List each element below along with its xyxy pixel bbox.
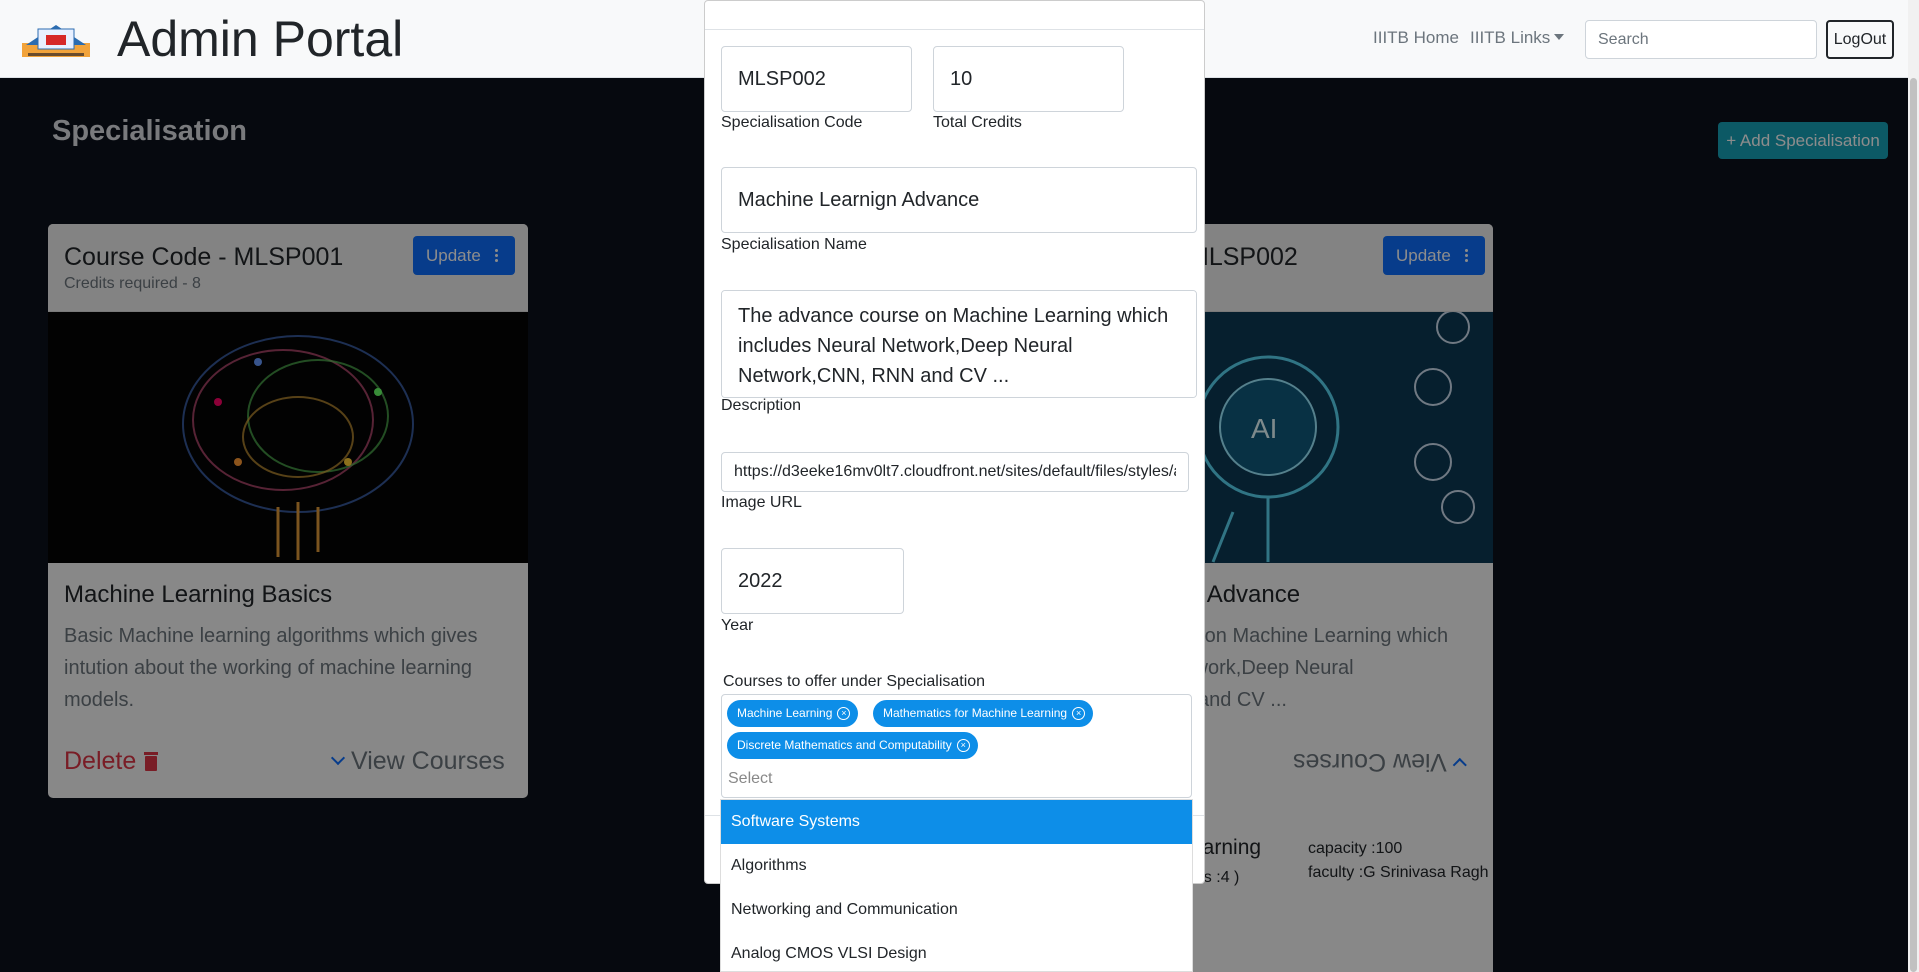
specialisation-name-input[interactable] xyxy=(721,167,1197,233)
nav-iiitb-home[interactable]: IIITB Home xyxy=(1373,28,1459,48)
logout-button[interactable]: LogOut xyxy=(1826,20,1894,59)
dropdown-option[interactable]: Algorithms xyxy=(721,844,1192,888)
course-tag: Mathematics for Machine Learning × xyxy=(873,700,1094,727)
dropdown-option[interactable]: Software Systems xyxy=(721,800,1192,844)
image-url-input[interactable] xyxy=(721,452,1189,492)
year-label: Year xyxy=(721,617,754,634)
specialisation-code-input[interactable] xyxy=(721,46,912,112)
total-credits-input[interactable] xyxy=(933,46,1124,112)
course-tag: Discrete Mathematics and Computability × xyxy=(727,732,978,759)
remove-tag-icon[interactable]: × xyxy=(837,707,851,720)
remove-tag-icon[interactable]: × xyxy=(1072,707,1086,720)
dropdown-option[interactable]: Networking and Communication xyxy=(721,888,1192,932)
course-options-dropdown: Software Systems Algorithms Networking a… xyxy=(720,799,1193,972)
iiitb-logo[interactable] xyxy=(20,15,92,61)
course-tag-label: Discrete Mathematics and Computability xyxy=(737,738,952,752)
nav-iiitb-links-label: IIITB Links xyxy=(1470,28,1551,47)
caret-down-icon xyxy=(1554,34,1565,40)
scrollbar-thumb[interactable] xyxy=(1910,78,1917,972)
remove-tag-icon[interactable]: × xyxy=(956,739,970,752)
update-specialisation-modal: Specialisation Code Total Credits Specia… xyxy=(704,0,1205,884)
brand-title[interactable]: Admin Portal xyxy=(117,10,403,68)
description-textarea[interactable]: The advance course on Machine Learning w… xyxy=(721,290,1197,398)
total-credits-label: Total Credits xyxy=(933,114,1022,131)
dropdown-option[interactable]: Analog CMOS VLSI Design xyxy=(721,932,1192,972)
description-label: Description xyxy=(721,397,802,414)
image-url-label: Image URL xyxy=(721,494,802,511)
nav-iiitb-links-dropdown[interactable]: IIITB Links xyxy=(1470,28,1565,48)
specialisation-code-label: Specialisation Code xyxy=(721,114,863,131)
course-tag: Machine Learning × xyxy=(727,700,859,727)
search-input[interactable] xyxy=(1585,20,1817,59)
courses-multiselect[interactable]: Machine Learning × Mathematics for Machi… xyxy=(721,694,1192,798)
course-select-input[interactable]: Select xyxy=(728,770,772,788)
course-tag-label: Mathematics for Machine Learning xyxy=(883,706,1068,720)
specialisation-name-label: Specialisation Name xyxy=(721,236,867,253)
year-input[interactable] xyxy=(721,548,904,614)
course-tag-label: Machine Learning xyxy=(737,706,833,720)
courses-label: Courses to offer under Specialisation xyxy=(723,673,986,690)
modal-header xyxy=(705,1,1204,30)
